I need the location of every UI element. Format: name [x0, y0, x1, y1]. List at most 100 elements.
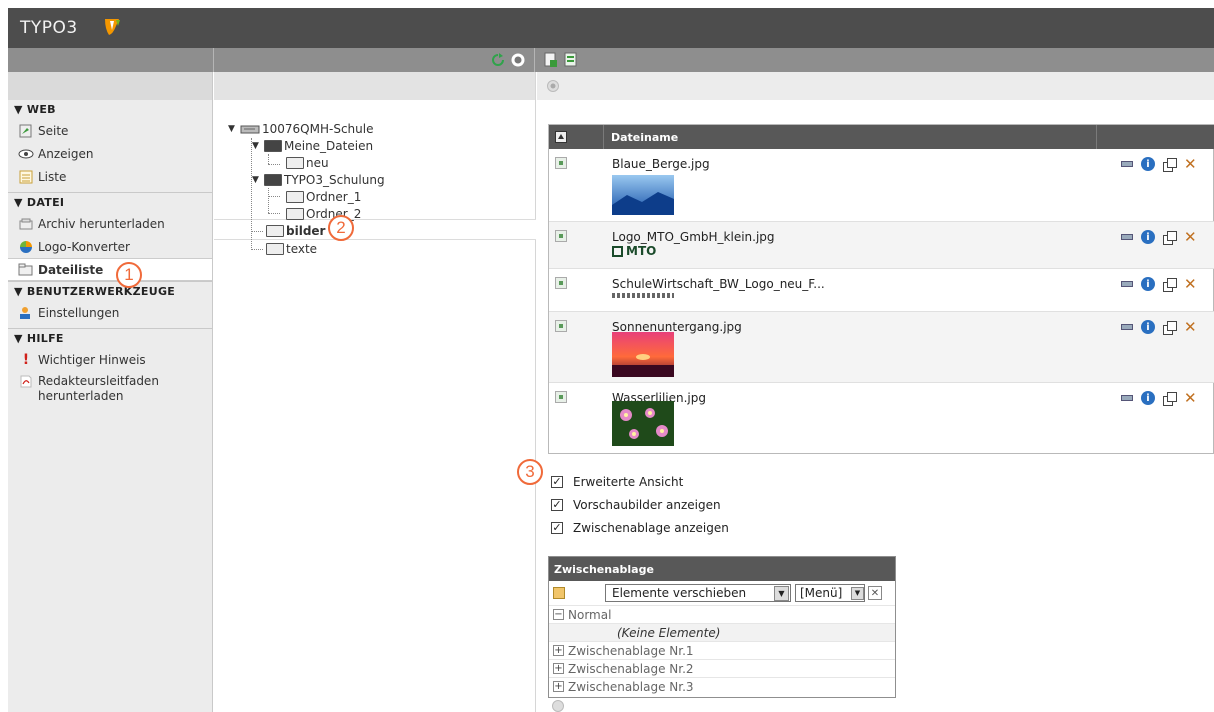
image-file-icon — [555, 157, 567, 169]
file-name[interactable]: Blaue_Berge.jpg — [612, 157, 710, 171]
thumbnail-logo-mto[interactable]: MTO — [612, 244, 656, 258]
option-zwischenablage[interactable]: ✓ Zwischenablage anzeigen — [551, 516, 729, 539]
module-menu: ▼ WEB Seite Anzeigen Liste ▼ DATEI Archi… — [8, 72, 213, 712]
tree-selected-row — [214, 219, 536, 240]
module-wichtiger-hinweis[interactable]: ! Wichtiger Hinweis — [8, 348, 212, 371]
upload-file-icon[interactable] — [544, 52, 558, 68]
cut-icon[interactable]: ✕ — [1184, 320, 1197, 335]
module-seite[interactable]: Seite — [8, 119, 212, 142]
copy-icon[interactable] — [1163, 157, 1177, 172]
group-title-benutzerwerkzeuge[interactable]: ▼ BENUTZERWERKZEUGE — [8, 282, 212, 301]
expand-icon[interactable]: + — [553, 645, 564, 656]
module-label: Liste — [38, 169, 67, 184]
thumbnail-wasserlilien[interactable] — [612, 401, 674, 446]
copy-icon[interactable] — [1163, 391, 1177, 406]
clipboard-pad-2[interactable]: + Zwischenablage Nr.2 — [549, 659, 895, 677]
close-icon[interactable]: ✕ — [868, 586, 882, 600]
callout-1: 1 — [116, 262, 142, 288]
rename-icon[interactable] — [1121, 161, 1133, 167]
cut-icon[interactable]: ✕ — [1184, 157, 1197, 172]
rename-icon[interactable] — [1121, 281, 1133, 287]
expand-toggle-icon[interactable]: ▼ — [252, 141, 264, 151]
module-label: Archiv herunterladen — [38, 216, 165, 231]
clipboard-normal[interactable]: − Normal — [549, 605, 895, 623]
table-row: Sonnenuntergang.jpg i ✕ — [549, 312, 1214, 383]
collapse-icon[interactable]: − — [553, 609, 564, 620]
clipboard-pad-1[interactable]: + Zwischenablage Nr.1 — [549, 641, 895, 659]
page-icon — [18, 124, 34, 138]
expand-toggle-icon[interactable]: ▼ — [228, 124, 240, 134]
module-logo-konverter[interactable]: Logo-Konverter — [8, 235, 212, 258]
module-einstellungen[interactable]: Einstellungen — [8, 301, 212, 324]
copy-icon[interactable] — [1163, 277, 1177, 292]
tree-node-meine-dateien[interactable]: ▼ Meine_Dateien — [252, 139, 373, 153]
clipboard-pad-3[interactable]: + Zwischenablage Nr.3 — [549, 677, 895, 695]
action-select[interactable]: Elemente verschieben ▼ — [605, 584, 791, 602]
help-icon[interactable] — [547, 80, 559, 92]
module-anzeigen[interactable]: Anzeigen — [8, 142, 212, 165]
cut-icon[interactable]: ✕ — [1184, 277, 1197, 292]
image-file-icon — [555, 277, 567, 289]
info-icon[interactable]: i — [1141, 277, 1155, 291]
refresh-icon[interactable] — [491, 53, 505, 67]
info-icon[interactable]: i — [1141, 230, 1155, 244]
info-icon[interactable]: i — [1141, 391, 1155, 405]
row-actions: i ✕ — [1121, 277, 1197, 292]
tree-node-bilder[interactable]: bilder — [266, 224, 325, 238]
module-liste[interactable]: Liste — [8, 165, 212, 188]
checkbox-checked[interactable]: ✓ — [551, 475, 563, 488]
tree-node-texte[interactable]: texte — [266, 242, 317, 256]
file-name[interactable]: SchuleWirtschaft_BW_Logo_neu_F... — [612, 277, 825, 291]
tree-node-label: bilder — [286, 224, 326, 238]
module-label: Dateiliste — [38, 262, 104, 277]
tree-node-label: Meine_Dateien — [284, 139, 374, 153]
copy-icon[interactable] — [1163, 320, 1177, 335]
sort-icon[interactable] — [555, 131, 567, 143]
tree-node-ordner-1[interactable]: Ordner_1 — [286, 190, 361, 204]
copy-icon[interactable] — [1163, 230, 1177, 245]
tree-node-neu[interactable]: neu — [286, 156, 329, 170]
rename-icon[interactable] — [1121, 395, 1133, 401]
view-options: ✓ Erweiterte Ansicht ✓ Vorschaubilder an… — [551, 470, 729, 539]
cut-icon[interactable]: ✕ — [1184, 230, 1197, 245]
mto-logo-icon — [612, 245, 623, 257]
new-file-icon[interactable] — [564, 52, 578, 68]
help-icon[interactable] — [511, 53, 525, 67]
rename-icon[interactable] — [1121, 324, 1133, 330]
module-label: Logo-Konverter — [38, 239, 130, 254]
chevron-down-icon[interactable]: ▼ — [774, 585, 789, 601]
image-file-icon — [555, 230, 567, 242]
module-redakteursleitfaden[interactable]: Redakteursleitfaden herunterladen — [8, 371, 212, 404]
menu-select[interactable]: [Menü] ▼ — [795, 584, 865, 602]
group-title-datei[interactable]: ▼ DATEI — [8, 193, 212, 212]
cut-icon[interactable]: ✕ — [1184, 391, 1197, 406]
checkbox-checked[interactable]: ✓ — [551, 521, 563, 534]
clipboard-pad-label: Zwischenablage Nr.2 — [568, 661, 694, 676]
tree-node-root[interactable]: ▼ 10076QMH-Schule — [228, 122, 373, 136]
thumbnail-schulewirtschaft[interactable] — [612, 293, 674, 298]
info-icon[interactable]: i — [1141, 157, 1155, 171]
expand-icon[interactable]: + — [553, 663, 564, 674]
group-title-hilfe[interactable]: ▼ HILFE — [8, 329, 212, 348]
rename-icon[interactable] — [1121, 234, 1133, 240]
option-erweiterte-ansicht[interactable]: ✓ Erweiterte Ansicht — [551, 470, 729, 493]
tree-node-typo3-schulung[interactable]: ▼ TYPO3_Schulung — [252, 173, 385, 187]
column-header-dateiname[interactable]: Dateiname — [611, 131, 678, 144]
filelist-icon — [18, 263, 34, 277]
module-archiv[interactable]: Archiv herunterladen — [8, 212, 212, 235]
help-icon[interactable] — [552, 700, 564, 712]
module-dateiliste[interactable]: Dateiliste — [8, 258, 212, 281]
thumbnail-sonnenuntergang[interactable] — [612, 332, 674, 377]
info-icon[interactable]: i — [1141, 320, 1155, 334]
group-title-web[interactable]: ▼ WEB — [8, 100, 212, 119]
expand-toggle-icon[interactable]: ▼ — [252, 175, 264, 185]
module-label: Anzeigen — [38, 146, 94, 161]
thumbnail-blaue-berge[interactable] — [612, 175, 674, 215]
clipboard-list-icon[interactable] — [553, 587, 565, 599]
checkbox-checked[interactable]: ✓ — [551, 498, 563, 511]
expand-icon[interactable]: + — [553, 681, 564, 692]
option-vorschaubilder[interactable]: ✓ Vorschaubilder anzeigen — [551, 493, 729, 516]
storage-icon — [240, 125, 260, 134]
file-name[interactable]: Logo_MTO_GmbH_klein.jpg — [612, 230, 775, 244]
chevron-down-icon[interactable]: ▼ — [851, 586, 864, 600]
